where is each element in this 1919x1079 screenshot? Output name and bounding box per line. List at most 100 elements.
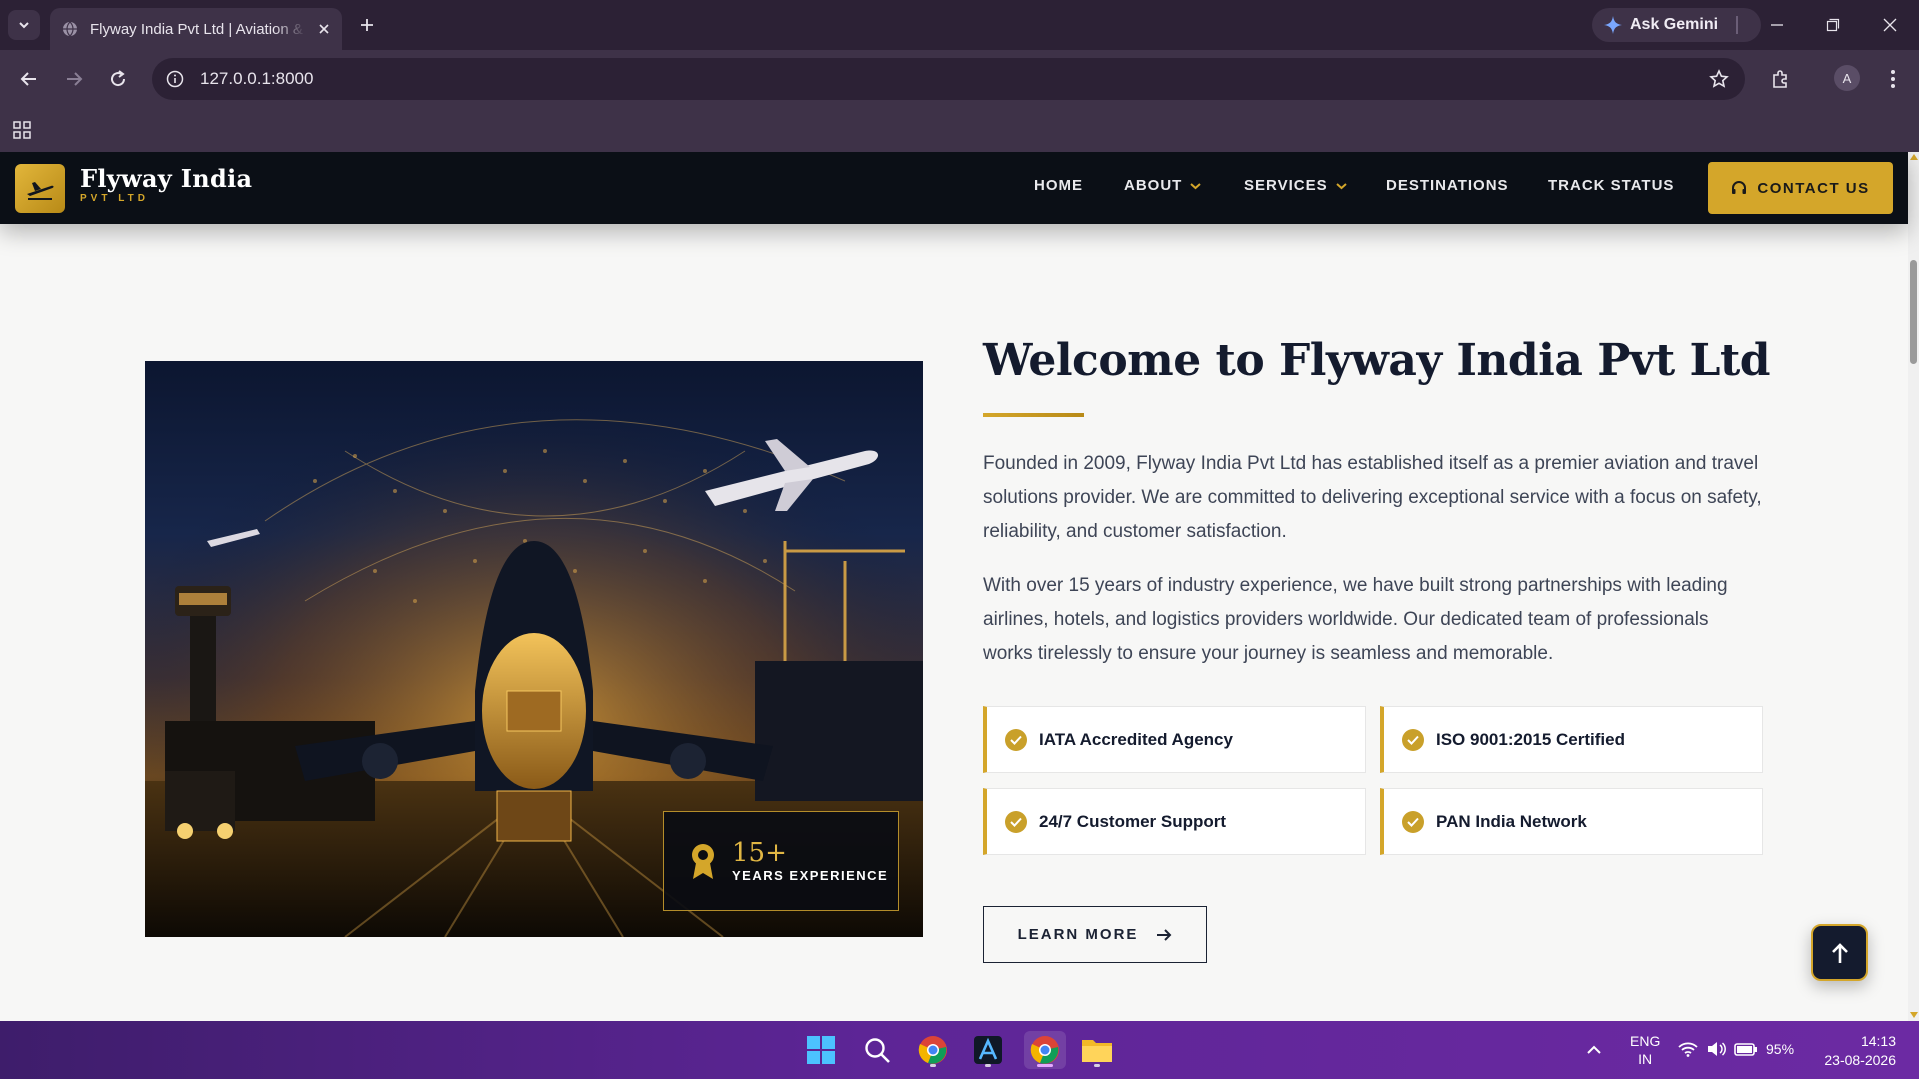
site-logo[interactable] [15,164,65,213]
url-text[interactable]: 127.0.0.1:8000 [200,69,313,89]
nav-services[interactable]: SERVICES [1244,177,1347,194]
nav-about-label: ABOUT [1124,177,1183,194]
clock-time: 14:13 [1860,1033,1896,1049]
title-underline [983,413,1084,417]
battery-percent: 95% [1766,1041,1795,1057]
running-indicator [1094,1064,1100,1067]
nav-track-status[interactable]: TRACK STATUS [1548,177,1674,194]
close-window-button[interactable] [1878,13,1902,37]
new-tab-button[interactable] [355,13,379,37]
about-image: 15+ YEARS EXPERIENCE [145,361,923,937]
close-tab-icon[interactable] [318,23,330,35]
scroll-down-arrow[interactable] [1910,1012,1918,1018]
more-vertical-icon [1891,70,1895,88]
windows-logo-icon [807,1036,835,1064]
reload-button[interactable] [104,65,132,93]
back-to-top-button[interactable] [1811,924,1868,981]
site-header: Flyway India PVT LTD HOME ABOUT SERVICES… [0,152,1908,224]
restore-icon [1826,18,1840,32]
brand[interactable]: Flyway India PVT LTD [80,164,252,204]
forward-button[interactable] [60,65,88,93]
active-tab[interactable]: Flyway India Pvt Ltd | Aviation & Travel [50,8,342,50]
contact-us-button[interactable]: CONTACT US [1708,162,1893,214]
feature-label: IATA Accredited Agency [1039,729,1233,749]
headset-icon [1732,181,1747,194]
minimize-button[interactable] [1765,13,1789,37]
language-indicator[interactable]: ENG IN [1630,1032,1660,1068]
page-scrollbar[interactable] [1908,152,1919,1021]
nav-home[interactable]: HOME [1034,177,1083,194]
about-title: Welcome to Flyway India Pvt Ltd [983,335,1771,386]
feature-label: ISO 9001:2015 Certified [1436,729,1625,749]
brand-tagline: PVT LTD [80,193,149,204]
feature-iata: IATA Accredited Agency [983,706,1366,773]
nav-about[interactable]: ABOUT [1124,177,1201,194]
taskbar-file-explorer[interactable] [1078,1031,1116,1069]
taskbar-chrome-active[interactable] [1024,1031,1066,1069]
windows-taskbar: ENG IN 95% 14:13 23-08-2026 [0,1021,1919,1079]
battery-icon [1734,1043,1757,1056]
learn-more-button[interactable]: LEARN MORE [983,906,1207,963]
gemini-sparkle-icon [1604,16,1622,34]
tab-search-button[interactable] [8,10,40,40]
restore-button[interactable] [1821,13,1845,37]
learn-more-label: LEARN MORE [1017,926,1139,943]
check-circle-icon [1402,810,1424,833]
clock[interactable]: 14:13 23-08-2026 [1816,1032,1896,1070]
site-info-icon[interactable] [162,66,188,92]
browser-menu-button[interactable] [1879,65,1907,93]
reload-icon [111,70,126,87]
nav-home-label: HOME [1034,177,1083,194]
page-viewport: Flyway India PVT LTD HOME ABOUT SERVICES… [0,152,1919,1021]
about-paragraph-1: Founded in 2009, Flyway India Pvt Ltd ha… [983,453,1762,542]
puzzle-icon [1773,70,1787,88]
back-button[interactable] [15,65,43,93]
nav-destinations[interactable]: DESTINATIONS [1386,177,1509,194]
extensions-button[interactable] [1766,65,1794,93]
taskbar-app-a[interactable] [969,1031,1007,1069]
brand-name: Flyway India [80,164,253,193]
language-code: ENG [1630,1033,1661,1049]
taskbar-search[interactable] [858,1031,896,1069]
start-button[interactable] [802,1031,840,1069]
contact-us-label: CONTACT US [1757,179,1870,197]
scroll-up-arrow[interactable] [1910,154,1918,160]
plus-icon [361,19,373,31]
chevron-down-icon [1190,182,1201,189]
tab-title: Flyway India Pvt Ltd | Aviation & Travel [90,20,306,38]
chevron-down-icon [1335,182,1347,189]
about-paragraph-2: With over 15 years of industry experienc… [983,575,1728,664]
arrow-up-icon [1831,942,1848,963]
running-indicator [930,1064,936,1067]
feature-iso: ISO 9001:2015 Certified [1380,706,1763,773]
system-tray[interactable]: 95% [1678,1041,1794,1057]
scrollbar-thumb[interactable] [1910,260,1917,364]
experience-number: 15+ [732,837,787,868]
divider [1736,16,1738,34]
experience-label: YEARS EXPERIENCE [732,867,889,883]
apps-grid-icon[interactable] [12,120,32,140]
address-bar[interactable]: 127.0.0.1:8000 [152,58,1745,100]
clock-date: 23-08-2026 [1824,1052,1896,1068]
feature-label: 24/7 Customer Support [1039,811,1227,831]
taskbar-chrome[interactable] [914,1031,952,1069]
bookmark-star-icon[interactable] [1709,69,1729,89]
browser-toolbar: 127.0.0.1:8000 A [0,50,1919,108]
close-icon [1883,18,1897,32]
search-icon [865,1038,890,1063]
chrome-icon [918,1036,947,1064]
minimize-icon [1771,24,1783,26]
folder-icon [1082,1040,1112,1062]
airplane-icon [27,181,54,200]
nav-services-label: SERVICES [1244,177,1328,194]
nav-destinations-label: DESTINATIONS [1386,177,1509,194]
arrow-left-icon [20,72,36,86]
ask-gemini-label: Ask Gemini [1630,16,1719,33]
feature-network: PAN India Network [1380,788,1763,855]
show-hidden-icons[interactable] [1575,1031,1613,1069]
browser-tab-strip: Flyway India Pvt Ltd | Aviation & Travel… [0,0,1919,50]
check-circle-icon [1402,728,1424,751]
globe-icon [62,21,78,37]
profile-avatar[interactable]: A [1834,65,1860,91]
check-circle-icon [1005,728,1027,751]
